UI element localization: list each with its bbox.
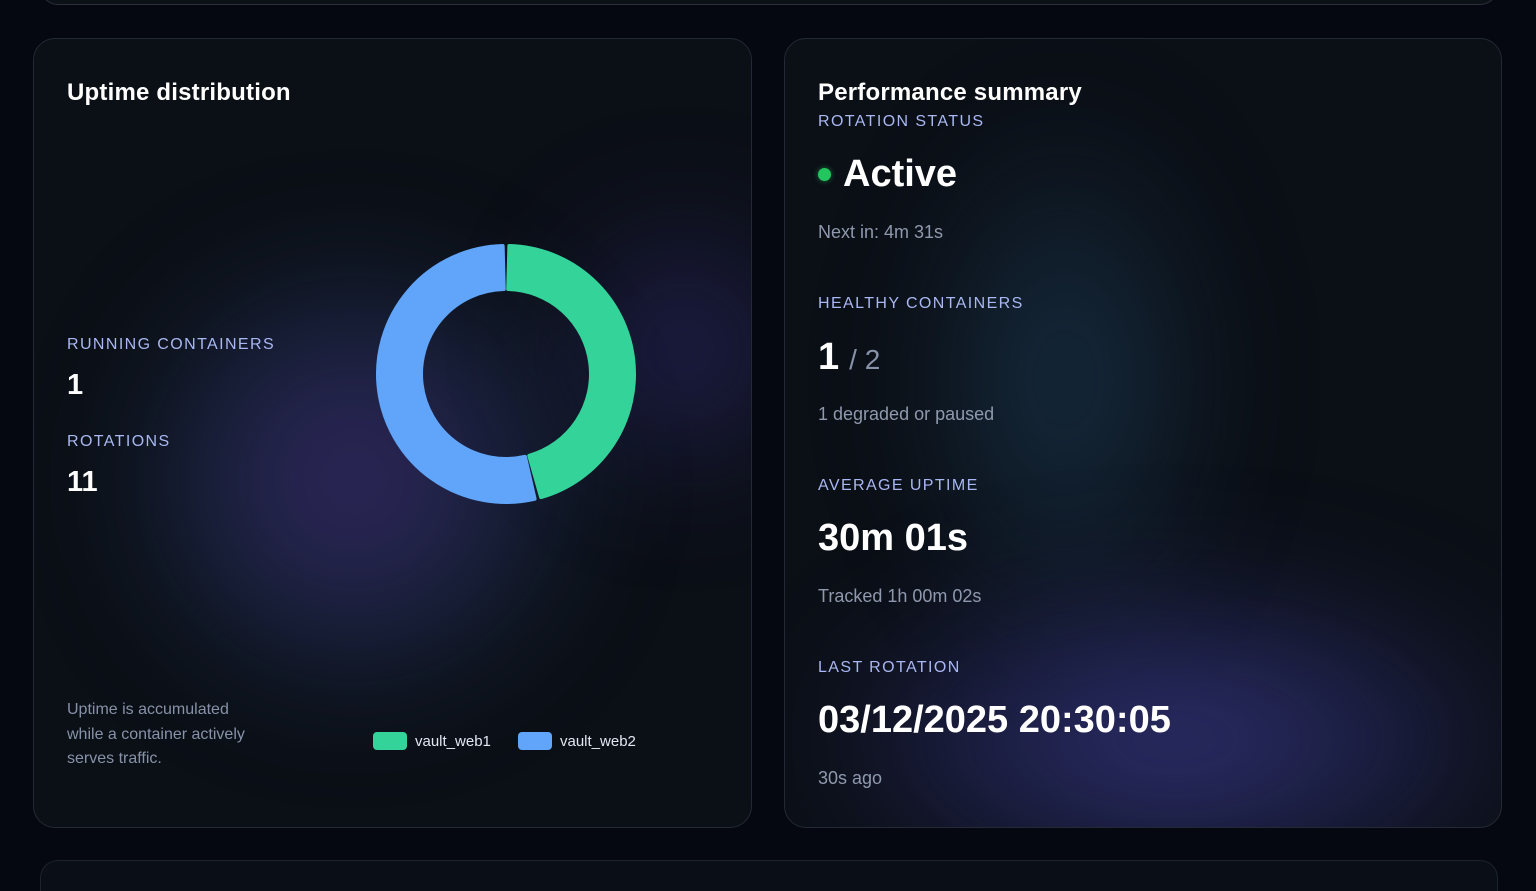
running-containers-value: 1 — [67, 369, 84, 401]
uptime-donut-chart — [376, 244, 636, 504]
rotations-label: ROTATIONS — [67, 433, 171, 450]
performance-summary-card: Performance summary ROTATION STATUS Acti… — [784, 38, 1502, 828]
healthy-containers-label: HEALTHY CONTAINERS — [818, 295, 1024, 312]
tracked-text: Tracked 1h 00m 02s — [818, 586, 982, 606]
last-rotation-value: 03/12/2025 20:30:05 — [818, 699, 1171, 741]
rotation-status-value: Active — [843, 153, 958, 195]
card-title: Performance summary — [818, 79, 1082, 106]
legend-label: vault_web2 — [560, 732, 636, 750]
healthy-containers-value: 1 — [818, 336, 840, 378]
rotation-status: Active — [818, 153, 957, 196]
bottom-panel-edge — [40, 860, 1498, 891]
legend-label: vault_web1 — [415, 732, 491, 750]
average-uptime-value: 30m 01s — [818, 517, 969, 559]
next-rotation-text: Next in: 4m 31s — [818, 222, 944, 242]
last-rotation-ago: 30s ago — [818, 768, 883, 788]
legend-swatch-icon — [518, 732, 552, 750]
card-title: Uptime distribution — [67, 79, 291, 106]
average-uptime-label: AVERAGE UPTIME — [818, 477, 979, 494]
legend-item-vault-web1[interactable]: vault_web1 — [373, 732, 491, 750]
healthy-containers-total: / 2 — [849, 344, 881, 375]
degraded-text: 1 degraded or paused — [818, 404, 995, 424]
uptime-note: Uptime is accumulated while a container … — [67, 701, 245, 767]
rotation-status-label: ROTATION STATUS — [818, 113, 985, 130]
running-containers-label: RUNNING CONTAINERS — [67, 336, 276, 353]
legend-item-vault-web2[interactable]: vault_web2 — [518, 732, 636, 750]
healthy-containers: 1 / 2 — [818, 336, 880, 379]
uptime-distribution-card: Uptime distribution RUNNING CONTAINERS 1… — [33, 38, 752, 828]
legend-swatch-icon — [373, 732, 407, 750]
top-panel-edge — [40, 0, 1498, 5]
status-dot-icon — [818, 168, 831, 181]
last-rotation-label: LAST ROTATION — [818, 659, 961, 676]
rotations-value: 11 — [67, 466, 98, 498]
